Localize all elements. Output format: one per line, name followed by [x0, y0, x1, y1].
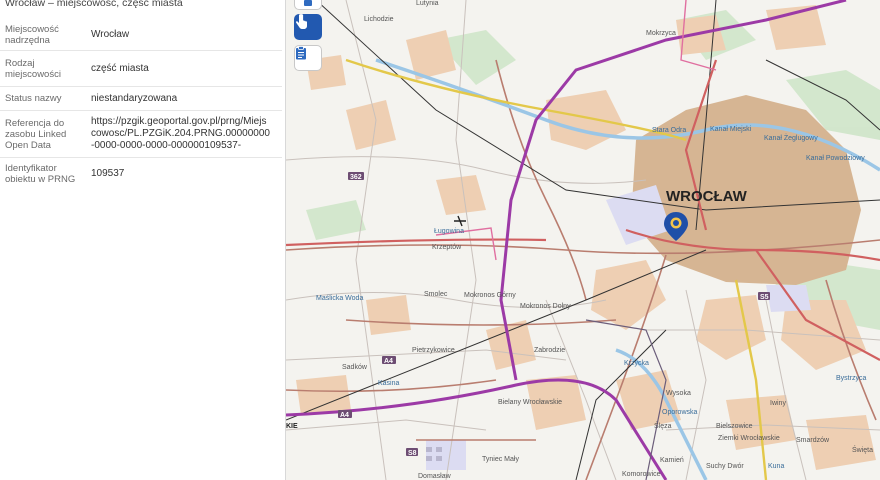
- city-label: WROCŁAW: [666, 188, 748, 205]
- road-badge-s8: S8: [408, 450, 417, 457]
- map-label: Smolec: [424, 291, 448, 298]
- map-label: Wysoka: [666, 390, 691, 397]
- map-label: Bielany Wrocławskie: [498, 399, 562, 406]
- map-label: Bystrzyca: [836, 375, 866, 382]
- map-label: Komorowice: [622, 471, 661, 478]
- map-label: Krzycka: [624, 360, 649, 367]
- map-label: Kamień: [660, 457, 684, 464]
- map-label: Oporowska: [662, 409, 698, 416]
- map-label: Ługowina: [434, 228, 464, 235]
- map-label: Stara Odra: [652, 127, 686, 134]
- info-label: Rodzaj miejscowości: [5, 58, 61, 80]
- info-value: część miasta: [91, 63, 149, 74]
- info-value: 109537: [91, 168, 125, 179]
- map-label: Pietrzykowice: [412, 347, 455, 354]
- lod-link[interactable]: https://pzgik.geoportal.gov.pl/prng/Miej…: [91, 116, 271, 152]
- road-badge-s5: S5: [760, 294, 769, 301]
- identify-tool[interactable]: [294, 14, 322, 40]
- info-label: Identyfikator obiektu w PRNG: [5, 163, 76, 185]
- map-label: Lichodzie: [364, 16, 394, 23]
- map-view[interactable]: A4 A4 S8 S5 362 Lichodzie Lutynia Mokrzy…: [286, 0, 880, 480]
- info-label: Miejscowość nadrzędna: [5, 24, 59, 46]
- info-row-parent: Miejscowość nadrzędna Wrocław: [0, 20, 282, 51]
- map-label: Sadków: [342, 364, 368, 371]
- map-label: Kanał Miejski: [710, 126, 752, 133]
- map-label: Kuna: [768, 463, 784, 470]
- road-badge-a4: A4: [384, 358, 393, 365]
- info-row-status: Status nazwy niestandaryzowana: [0, 87, 282, 111]
- map-label: Iwiny: [770, 400, 786, 407]
- map-label: Kasina: [378, 380, 400, 387]
- map-label: Mokronos Górny: [464, 292, 516, 299]
- map-canvas[interactable]: A4 A4 S8 S5 362 Lichodzie Lutynia Mokrzy…: [286, 0, 880, 480]
- hand-pointer-icon: [295, 14, 307, 29]
- clipboard-tool[interactable]: [294, 45, 322, 71]
- map-label: Ziemki Wrocławskie: [718, 435, 780, 442]
- document-icon: [304, 0, 312, 6]
- map-label: Domasław: [418, 473, 452, 480]
- map-label: KIE: [286, 423, 298, 430]
- info-label: Status nazwy: [5, 93, 62, 104]
- map-label: Kanał Powodziowy: [806, 155, 865, 162]
- info-row-id: Identyfikator obiektu w PRNG 109537: [0, 158, 282, 188]
- info-panel: Wrocław – miejscowość, część miasta Miej…: [0, 0, 286, 480]
- map-label: Kanał Żeglugowy: [764, 133, 818, 142]
- info-row-type: Rodzaj miejscowości część miasta: [0, 51, 282, 87]
- info-value: niestandaryzowana: [91, 93, 178, 104]
- map-label: Święta: [852, 445, 873, 454]
- map-label: Ślęza: [654, 421, 672, 430]
- map-label: Mokronos Dolny: [520, 303, 571, 310]
- map-label: Bielszowice: [716, 423, 753, 430]
- map-label: Mokrzyca: [646, 30, 676, 37]
- info-label: Referencja do zasobu Linked Open Data: [5, 118, 67, 151]
- info-value: Wrocław: [91, 29, 130, 40]
- map-label: Smardzów: [796, 437, 830, 444]
- map-label: Krzeptów: [432, 244, 462, 251]
- clipboard-icon: [296, 46, 306, 60]
- road-badge-362: 362: [350, 174, 362, 181]
- map-label: Tyniec Mały: [482, 456, 519, 463]
- map-label: Maślicka Woda: [316, 295, 363, 302]
- panel-title: Wrocław – miejscowość, część miasta: [5, 0, 183, 9]
- map-label: Zabrodzie: [534, 347, 565, 354]
- map-label: Suchy Dwór: [706, 463, 744, 470]
- document-tool[interactable]: [294, 0, 322, 10]
- road-badge-a4: A4: [340, 412, 349, 419]
- info-row-lod: Referencja do zasobu Linked Open Data ht…: [0, 111, 282, 158]
- airport-icon: [454, 215, 466, 227]
- map-label: Lutynia: [416, 0, 439, 7]
